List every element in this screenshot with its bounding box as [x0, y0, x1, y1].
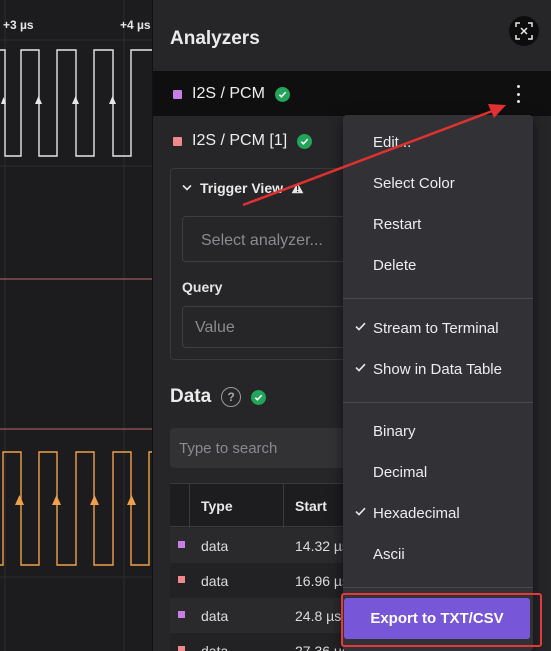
checkmark-icon	[355, 322, 366, 331]
row-color-marker	[178, 611, 185, 618]
column-header-start[interactable]: Start	[295, 498, 327, 514]
menu-item-decimal[interactable]: Decimal	[343, 453, 533, 494]
menu-item-stream-to-terminal[interactable]: Stream to Terminal	[343, 309, 533, 350]
app-root: +3 µs +4 µs Analyzers I2S / PCM I2S / PC…	[0, 0, 551, 651]
menu-item-select-color[interactable]: Select Color	[343, 164, 533, 205]
menu-divider	[343, 402, 533, 403]
cell-type: data	[201, 643, 229, 651]
search-input[interactable]: Type to search	[170, 428, 370, 468]
menu-divider	[343, 587, 533, 588]
check-circle-icon	[297, 133, 313, 149]
menu-item-edit[interactable]: Edit...	[343, 123, 533, 164]
menu-item-hexadecimal[interactable]: Hexadecimal	[343, 494, 533, 535]
row-color-marker	[178, 646, 185, 651]
chevron-down-icon	[182, 184, 192, 191]
more-options-icon[interactable]	[514, 85, 522, 103]
cell-type: data	[201, 538, 229, 554]
cell-type: data	[201, 608, 229, 624]
data-title-text: Data	[170, 386, 212, 407]
checkmark-icon	[355, 363, 366, 372]
waveform-graphics	[0, 0, 152, 651]
check-circle-icon	[274, 86, 290, 102]
menu-item-binary[interactable]: Binary	[343, 412, 533, 453]
screenshot-icon	[515, 22, 533, 40]
analyzer-color-swatch	[173, 89, 182, 99]
analyzer-name: I2S / PCM	[192, 85, 265, 102]
menu-divider	[343, 298, 533, 299]
menu-item-show-in-data-table[interactable]: Show in Data Table	[343, 350, 533, 391]
analyzer-name: I2S / PCM [1]	[192, 132, 288, 149]
row-color-marker	[178, 541, 185, 548]
cell-start: 16.96 µs	[295, 573, 349, 589]
export-to-txt-csv-button[interactable]: Export to TXT/CSV	[344, 598, 530, 639]
analyzer-context-menu: Edit... Select Color Restart Delete Stre…	[343, 115, 533, 651]
panel-title: Analyzers	[170, 28, 260, 49]
trigger-view-toggle[interactable]: Trigger View	[182, 180, 304, 196]
waveform-viewer[interactable]: +3 µs +4 µs	[0, 0, 152, 651]
query-label: Query	[182, 279, 223, 295]
column-header-type[interactable]: Type	[201, 498, 233, 514]
help-icon[interactable]: ?	[221, 387, 242, 407]
time-label-4us: +4 µs	[120, 18, 151, 32]
analyzer-item-i2s-pcm-1[interactable]: I2S / PCM [1]	[173, 132, 313, 150]
analyzer-item-i2s-pcm[interactable]: I2S / PCM	[173, 85, 290, 103]
menu-item-delete[interactable]: Delete	[343, 246, 533, 287]
cell-type: data	[201, 573, 229, 589]
menu-item-ascii[interactable]: Ascii	[343, 535, 533, 576]
time-label-3us: +3 µs	[3, 18, 34, 32]
data-section-title: Data ?	[170, 386, 267, 408]
cell-start: 24.8 µs	[295, 608, 342, 624]
warning-icon	[291, 182, 304, 194]
screenshot-button[interactable]	[509, 16, 539, 46]
menu-item-restart[interactable]: Restart	[343, 205, 533, 246]
row-color-marker	[178, 576, 185, 583]
trigger-view-label: Trigger View	[200, 180, 283, 196]
check-circle-icon	[251, 389, 267, 405]
analyzer-color-swatch	[173, 136, 182, 146]
cell-start: 14.32 µs	[295, 538, 349, 554]
checkmark-icon	[355, 507, 366, 516]
